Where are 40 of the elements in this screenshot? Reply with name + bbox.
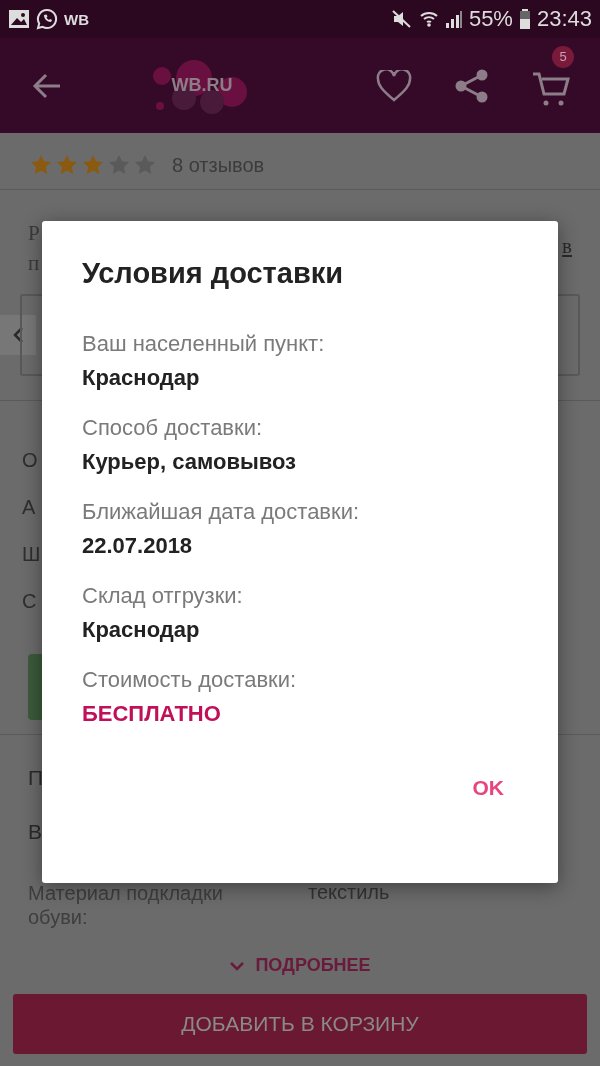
field-value: Курьер, самовывоз bbox=[82, 448, 298, 476]
text-fragment: А bbox=[22, 495, 36, 520]
battery-icon bbox=[518, 8, 531, 30]
text-fragment: В bbox=[28, 819, 42, 845]
field-label: Стоимость доставки: bbox=[82, 666, 298, 694]
field-label: Способ доставки: bbox=[82, 414, 264, 442]
wifi-icon bbox=[418, 9, 439, 29]
battery-percent: 55% bbox=[468, 6, 513, 32]
chevron-left-icon bbox=[12, 326, 24, 344]
text-fragment: С bbox=[22, 589, 37, 614]
text-fragment: Ш bbox=[22, 542, 41, 567]
star-icon bbox=[30, 154, 52, 176]
more-link[interactable]: ПОДРОБНЕЕ bbox=[255, 955, 371, 976]
heart-icon[interactable] bbox=[376, 69, 412, 102]
dialog-title: Условия доставки bbox=[82, 257, 345, 290]
mute-icon bbox=[390, 9, 413, 29]
app-label: WB bbox=[64, 10, 89, 28]
star-icon bbox=[82, 154, 104, 176]
field-label: Ваш населенный пункт: bbox=[82, 330, 326, 358]
share-icon[interactable] bbox=[454, 67, 490, 104]
clock: 23:43 bbox=[536, 6, 592, 32]
gallery-icon bbox=[8, 9, 30, 29]
previous-button[interactable] bbox=[0, 315, 36, 355]
text-fragment: О bbox=[22, 448, 38, 473]
chat-icon bbox=[36, 8, 58, 30]
field-value: Краснодар bbox=[82, 616, 201, 644]
link[interactable]: в bbox=[562, 234, 572, 276]
ok-button[interactable]: OK bbox=[456, 768, 520, 808]
logo[interactable]: WB.RU bbox=[152, 55, 252, 116]
field-value: Краснодар bbox=[82, 364, 201, 392]
cart-count-badge: 5 bbox=[552, 45, 574, 68]
star-icon bbox=[56, 154, 78, 176]
field-value: 22.07.2018 bbox=[82, 532, 194, 560]
signal-icon bbox=[444, 9, 463, 29]
field-label: Склад отгрузки: bbox=[82, 582, 244, 610]
add-to-cart-button[interactable]: ДОБАВИТЬ В КОРЗИНУ bbox=[13, 994, 587, 1054]
field-value: БЕСПЛАТНО bbox=[82, 700, 222, 728]
text-fragment: П bbox=[28, 765, 44, 791]
back-arrow-icon[interactable] bbox=[32, 72, 62, 99]
field-label: Ближайшая дата доставки: bbox=[82, 498, 361, 526]
